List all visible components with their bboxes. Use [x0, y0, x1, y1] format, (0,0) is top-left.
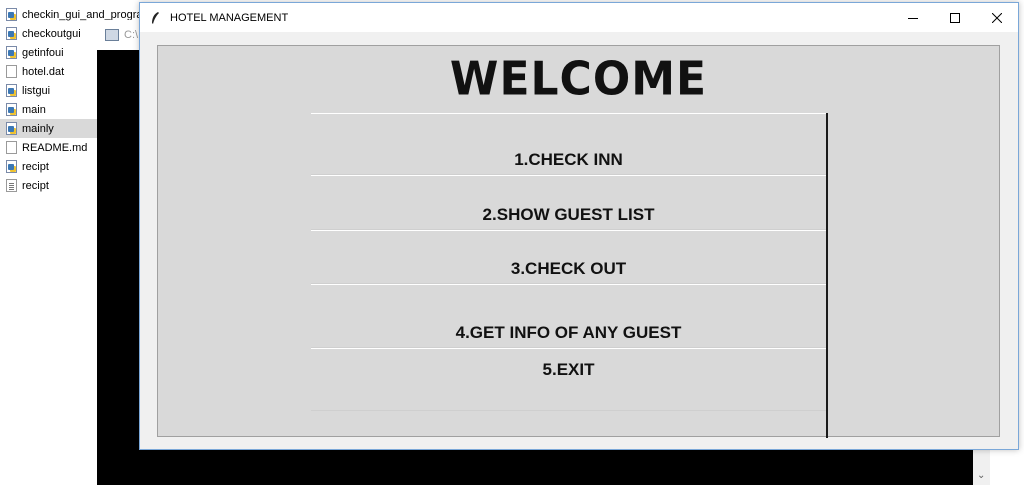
minimize-button[interactable]	[892, 3, 934, 32]
close-icon	[992, 12, 1002, 23]
python-file-icon	[6, 8, 17, 21]
file-name: main	[22, 103, 46, 116]
get-guest-info-button[interactable]: 4.GET INFO OF ANY GUEST	[311, 284, 826, 348]
check-out-button[interactable]: 3.CHECK OUT	[311, 230, 826, 284]
python-file-icon	[6, 103, 17, 116]
text-file-icon	[6, 179, 17, 192]
feather-icon	[152, 11, 159, 24]
window-controls	[892, 3, 1018, 32]
window-titlebar[interactable]: HOTEL MANAGEMENT	[140, 3, 1018, 32]
show-guest-list-button[interactable]: 2.SHOW GUEST LIST	[311, 175, 826, 230]
blank-file-icon	[6, 65, 17, 78]
check-inn-button[interactable]: 1.CHECK INN	[311, 113, 826, 175]
welcome-heading: WELCOME	[449, 52, 708, 107]
python-file-icon	[6, 122, 17, 135]
chevron-down-icon[interactable]: ⌄	[977, 470, 985, 481]
file-name: recipt	[22, 160, 49, 173]
file-name: checkin_gui_and_progra	[22, 8, 140, 21]
menu-panel: 1.CHECK INN 2.SHOW GUEST LIST 3.CHECK OU…	[311, 113, 828, 438]
minimize-icon	[908, 17, 918, 19]
file-name: mainly	[22, 122, 54, 135]
file-name: checkoutgui	[22, 27, 81, 40]
maximize-button[interactable]	[934, 3, 976, 32]
exit-button[interactable]: 5.EXIT	[311, 348, 826, 411]
close-button[interactable]	[976, 3, 1018, 32]
file-name: getinfoui	[22, 46, 64, 59]
python-file-icon	[6, 84, 17, 97]
blank-file-icon	[6, 141, 17, 154]
window-title: HOTEL MANAGEMENT	[170, 11, 289, 24]
maximize-icon	[950, 12, 960, 23]
console-icon	[105, 29, 119, 41]
console-title: C:\	[124, 29, 139, 41]
python-file-icon	[6, 27, 17, 40]
file-name: README.md	[22, 141, 88, 154]
file-name: hotel.dat	[22, 65, 65, 78]
window-content: WELCOME 1.CHECK INN 2.SHOW GUEST LIST 3.…	[140, 32, 1018, 449]
file-name: recipt	[22, 179, 49, 192]
main-frame: WELCOME 1.CHECK INN 2.SHOW GUEST LIST 3.…	[157, 45, 1000, 438]
python-file-icon	[6, 46, 17, 59]
file-name: listgui	[22, 84, 51, 97]
python-file-icon	[6, 160, 17, 173]
hotel-management-window: HOTEL MANAGEMENT WELCOME 1.CHECK INN 2.S…	[139, 2, 1019, 450]
